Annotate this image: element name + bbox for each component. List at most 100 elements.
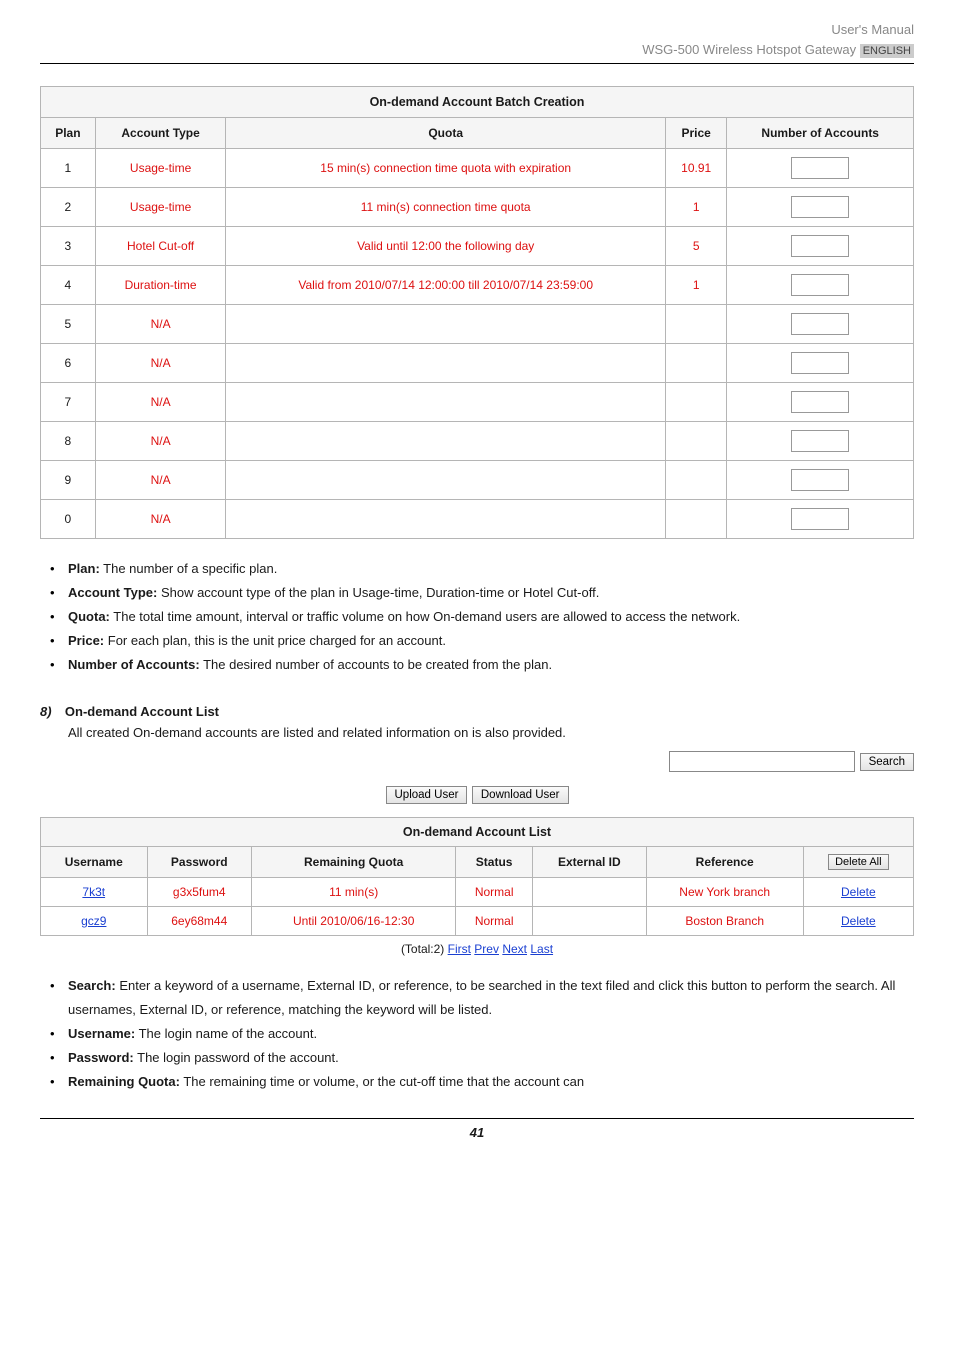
bullet-item: Search: Enter a keyword of a username, E… <box>68 974 914 1022</box>
pager-total: (Total:2) <box>401 942 448 956</box>
table-row: 8N/A <box>41 422 914 461</box>
bullet-text: The remaining time or volume, or the cut… <box>180 1074 584 1089</box>
bullet-text: The desired number of accounts to be cre… <box>200 657 552 672</box>
cell-account-type: Hotel Cut-off <box>95 227 226 266</box>
cell-status: Normal <box>456 906 533 935</box>
cell-account-type: N/A <box>95 344 226 383</box>
table-row: 0N/A <box>41 500 914 539</box>
cell-price: 10.91 <box>665 149 726 188</box>
cell-price <box>665 383 726 422</box>
cell-price <box>665 344 726 383</box>
delete-all-button[interactable]: Delete All <box>828 854 888 870</box>
cell-password: 6ey68m44 <box>147 906 251 935</box>
upload-user-button[interactable]: Upload User <box>386 786 468 804</box>
cell-price: 1 <box>665 188 726 227</box>
num-accounts-input[interactable] <box>791 274 849 296</box>
cell-num-accounts <box>727 383 914 422</box>
table-row: gcz96ey68m44Until 2010/06/16-12:30Normal… <box>41 906 914 935</box>
section-intro: All created On-demand accounts are liste… <box>68 721 914 745</box>
username-link[interactable]: 7k3t <box>82 885 105 899</box>
language-badge: ENGLISH <box>860 44 914 58</box>
bullet-item: Quota: The total time amount, interval o… <box>68 605 914 629</box>
delete-link[interactable]: Delete <box>841 885 876 899</box>
bullet-item: Price: For each plan, this is the unit p… <box>68 629 914 653</box>
cell-plan: 0 <box>41 500 96 539</box>
bullet-label: Price: <box>68 633 104 648</box>
num-accounts-input[interactable] <box>791 313 849 335</box>
cell-price: 1 <box>665 266 726 305</box>
search-button[interactable]: Search <box>860 753 914 771</box>
cell-num-accounts <box>727 500 914 539</box>
header-product: WSG-500 Wireless Hotspot Gateway <box>642 42 859 57</box>
col-password: Password <box>147 846 251 877</box>
cell-external-id <box>532 877 646 906</box>
cell-plan: 7 <box>41 383 96 422</box>
num-accounts-input[interactable] <box>791 196 849 218</box>
num-accounts-input[interactable] <box>791 352 849 374</box>
num-accounts-input[interactable] <box>791 430 849 452</box>
bullet-label: Search: <box>68 978 116 993</box>
pager-last[interactable]: Last <box>530 942 553 956</box>
bullet-label: Remaining Quota: <box>68 1074 180 1089</box>
cell-account-type: Duration-time <box>95 266 226 305</box>
cell-price: 5 <box>665 227 726 266</box>
header-line1: User's Manual <box>40 20 914 40</box>
download-user-button[interactable]: Download User <box>472 786 569 804</box>
cell-quota: Valid from 2010/07/14 12:00:00 till 2010… <box>226 266 666 305</box>
username-link[interactable]: gcz9 <box>81 914 106 928</box>
cell-quota: 15 min(s) connection time quota with exp… <box>226 149 666 188</box>
cell-username: 7k3t <box>41 877 148 906</box>
col-reference: Reference <box>646 846 803 877</box>
bullet-item: Password: The login password of the acco… <box>68 1046 914 1070</box>
cell-plan: 8 <box>41 422 96 461</box>
pager-prev[interactable]: Prev <box>474 942 499 956</box>
search-input[interactable] <box>669 751 855 772</box>
delete-link[interactable]: Delete <box>841 914 876 928</box>
cell-password: g3x5fum4 <box>147 877 251 906</box>
table-row: 7N/A <box>41 383 914 422</box>
col-delete-all: Delete All <box>803 846 913 877</box>
page-number: 41 <box>40 1118 914 1140</box>
col-remaining: Remaining Quota <box>251 846 455 877</box>
section-heading: On-demand Account List <box>65 704 219 719</box>
cell-account-type: N/A <box>95 422 226 461</box>
table-row: 7k3tg3x5fum411 min(s)NormalNew York bran… <box>41 877 914 906</box>
pager-first[interactable]: First <box>448 942 471 956</box>
cell-quota <box>226 383 666 422</box>
num-accounts-input[interactable] <box>791 508 849 530</box>
bullet-label: Username: <box>68 1026 135 1041</box>
cell-num-accounts <box>727 266 914 305</box>
num-accounts-input[interactable] <box>791 157 849 179</box>
cell-reference: New York branch <box>646 877 803 906</box>
cell-account-type: N/A <box>95 305 226 344</box>
search-bar: Search <box>40 751 914 772</box>
bullet-text: The number of a specific plan. <box>100 561 278 576</box>
table-row: 1Usage-time15 min(s) connection time quo… <box>41 149 914 188</box>
cell-plan: 3 <box>41 227 96 266</box>
bullet-label: Quota: <box>68 609 110 624</box>
cell-price <box>665 422 726 461</box>
cell-num-accounts <box>727 422 914 461</box>
bullet-item: Number of Accounts: The desired number o… <box>68 653 914 677</box>
col-plan: Plan <box>41 118 96 149</box>
bullet-label: Password: <box>68 1050 134 1065</box>
cell-num-accounts <box>727 344 914 383</box>
num-accounts-input[interactable] <box>791 469 849 491</box>
batch-table-caption: On-demand Account Batch Creation <box>41 87 914 118</box>
cell-plan: 5 <box>41 305 96 344</box>
col-price: Price <box>665 118 726 149</box>
num-accounts-input[interactable] <box>791 235 849 257</box>
section-number: 8) <box>40 704 52 719</box>
account-list-table: On-demand Account List Username Password… <box>40 817 914 936</box>
bullet-text: Show account type of the plan in Usage-t… <box>157 585 599 600</box>
num-accounts-input[interactable] <box>791 391 849 413</box>
bullet-text: The login name of the account. <box>135 1026 317 1041</box>
cell-username: gcz9 <box>41 906 148 935</box>
table-row: 2Usage-time11 min(s) connection time quo… <box>41 188 914 227</box>
pager: (Total:2) First Prev Next Last <box>40 942 914 956</box>
cell-quota <box>226 305 666 344</box>
cell-action: Delete <box>803 906 913 935</box>
col-status: Status <box>456 846 533 877</box>
cell-action: Delete <box>803 877 913 906</box>
pager-next[interactable]: Next <box>502 942 527 956</box>
